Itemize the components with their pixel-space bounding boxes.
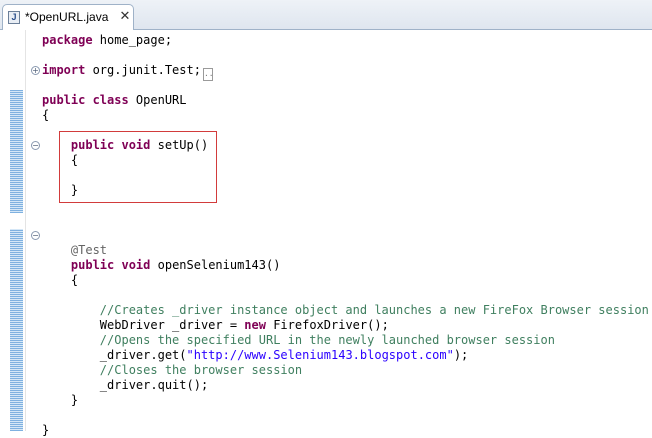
code-line-method-open: { — [42, 273, 649, 288]
code-line-comment2: //Opens the specified URL in the newly l… — [42, 333, 649, 348]
code-token: public void — [70, 258, 151, 272]
code-token: } — [42, 393, 79, 407]
highlight-box — [59, 131, 217, 203]
code-line-method-decl: public void openSelenium143() — [42, 258, 649, 273]
code-token: "http://www.Selenium143.blogspot.com" — [186, 348, 454, 362]
code-line-comment1: //Creates _driver instance object and la… — [42, 303, 649, 318]
code-line-driver-get: _driver.get("http://www.Selenium143.blog… — [42, 348, 649, 363]
code-line-annotation: @Test — [42, 243, 649, 258]
code-token: ); — [453, 348, 469, 362]
code-token: //Creates _driver instance object and la… — [42, 303, 649, 317]
code-token: OpenURL — [128, 93, 187, 107]
code-line-blank1 — [42, 48, 649, 63]
code-line-driver-init: WebDriver _driver = new FirefoxDriver(); — [42, 318, 649, 333]
source-code: package home_page;import org.junit.Test;… — [42, 33, 649, 438]
code-line-method-close: } — [42, 393, 649, 408]
close-icon[interactable]: ✕ — [119, 9, 131, 23]
left-ruler — [0, 30, 26, 431]
tab-title: *OpenURL.java — [25, 10, 109, 24]
code-line-import: import org.junit.Test;.. — [42, 63, 649, 81]
code-line-comment3: //Closes the browser session — [42, 363, 649, 378]
code-token: _driver.quit(); — [42, 378, 209, 392]
code-line-blank8 — [42, 408, 649, 423]
code-token: import — [42, 63, 86, 77]
code-token: @Test — [42, 243, 108, 257]
code-token: package — [42, 33, 93, 47]
fold-expand-icon[interactable]: + — [31, 66, 40, 75]
code-line-blank7 — [42, 288, 649, 303]
code-token: FirefoxDriver(); — [265, 318, 389, 332]
code-line-blank6 — [42, 228, 649, 243]
code-token: //Closes the browser session — [42, 363, 303, 377]
code-token: openSelenium143() — [150, 258, 281, 272]
code-line-blank2 — [42, 78, 649, 93]
collapsed-imports-marker[interactable]: .. — [202, 68, 214, 81]
change-marker-bar — [10, 90, 23, 213]
code-line-class-open: { — [42, 108, 649, 123]
code-token: home_page; — [92, 33, 173, 47]
fold-collapse-icon[interactable]: − — [31, 141, 40, 150]
code-token: } — [42, 423, 50, 437]
code-token: WebDriver _driver = — [42, 318, 245, 332]
fold-collapse-icon[interactable]: − — [31, 231, 40, 240]
code-editor[interactable]: + − − package home_page;import org.junit… — [0, 30, 652, 437]
code-token: //Opens the specified URL in the newly l… — [42, 333, 555, 347]
code-token: new — [244, 318, 266, 332]
code-line-class-decl: public class OpenURL — [42, 93, 649, 108]
code-token: { — [42, 273, 79, 287]
code-token: { — [42, 108, 50, 122]
code-line-blank5 — [42, 213, 649, 228]
code-token: public class — [42, 93, 129, 107]
code-line-driver-quit: _driver.quit(); — [42, 378, 649, 393]
java-file-icon: J — [8, 11, 20, 24]
change-marker-bar — [10, 229, 23, 431]
code-token: org.junit.Test; — [85, 63, 201, 77]
editor-tab-bar: J *OpenURL.java ✕ — [0, 0, 652, 30]
code-line-package: package home_page; — [42, 33, 649, 48]
code-token: _driver.get( — [42, 348, 187, 362]
tab-openurl-java[interactable]: J *OpenURL.java ✕ — [2, 4, 134, 30]
